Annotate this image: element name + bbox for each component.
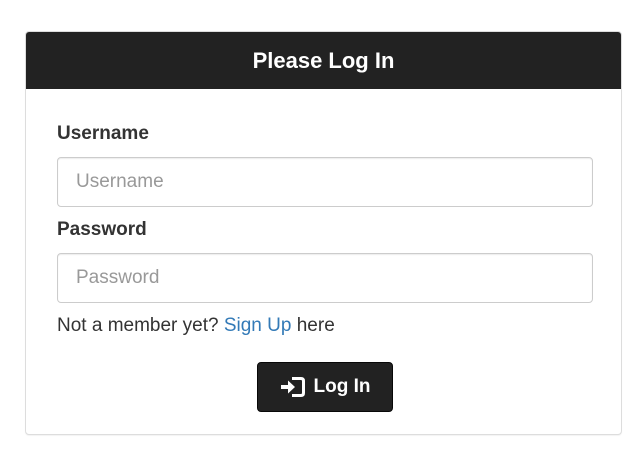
login-button-label: Log In — [313, 376, 371, 397]
login-panel: Please Log In Username Password Not a me… — [25, 31, 622, 435]
signup-suffix: here — [291, 315, 335, 336]
signup-prefix: Not a member yet? — [57, 315, 224, 336]
password-label: Password — [57, 219, 147, 240]
password-input[interactable] — [57, 253, 593, 303]
panel-title: Please Log In — [26, 32, 621, 89]
log-in-icon — [280, 376, 306, 398]
signup-link[interactable]: Sign Up — [224, 315, 292, 336]
login-button[interactable]: Log In — [257, 362, 393, 412]
signup-prompt: Not a member yet? Sign Up here — [57, 315, 335, 337]
username-input[interactable] — [57, 157, 593, 207]
username-label: Username — [57, 123, 149, 144]
